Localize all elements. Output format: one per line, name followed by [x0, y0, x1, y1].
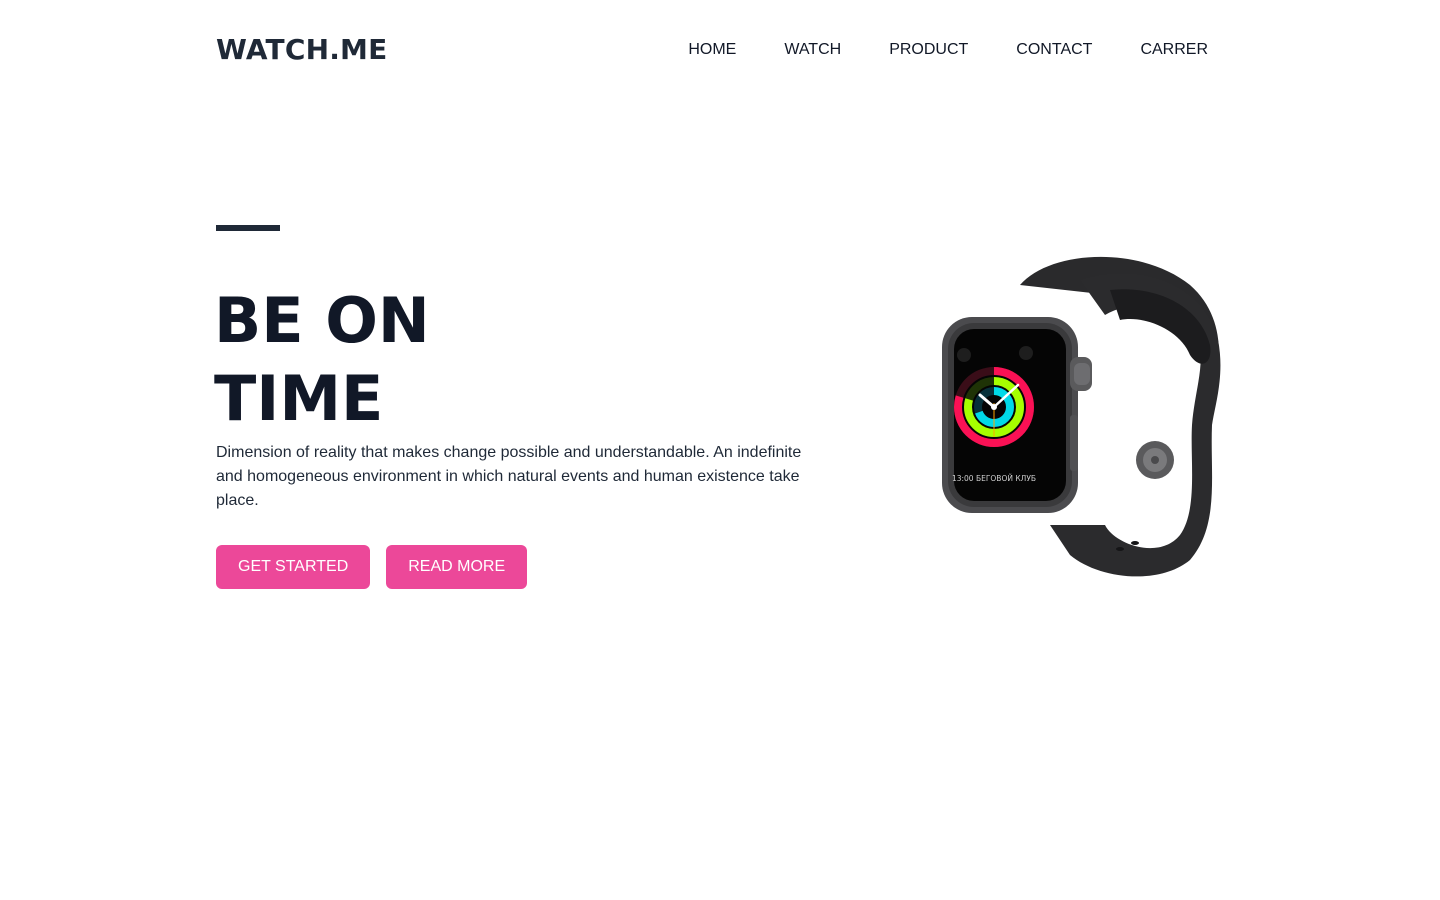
- hero-headline: BE ON TIME: [214, 282, 814, 438]
- nav-item-home[interactable]: HOME: [688, 40, 736, 60]
- hero-buttons: GET STARTED READ MORE: [216, 545, 528, 589]
- nav-item-watch[interactable]: WATCH: [784, 40, 841, 60]
- get-started-button[interactable]: GET STARTED: [216, 545, 371, 589]
- smartwatch-image: 13:00 БЕГОВОЙ КЛУБ: [942, 256, 1221, 577]
- read-more-button[interactable]: READ MORE: [386, 545, 528, 589]
- hero-description: Dimension of reality that makes change p…: [216, 444, 802, 509]
- nav-item-contact[interactable]: CONTACT: [1016, 40, 1092, 60]
- nav-item-product[interactable]: PRODUCT: [889, 40, 968, 60]
- watch-screen-label: 13:00 БЕГОВОЙ КЛУБ: [952, 474, 1036, 483]
- nav-item-carrer[interactable]: CARRER: [1140, 40, 1208, 60]
- site-logo[interactable]: WATCH.ME: [216, 33, 387, 66]
- accent-line: [216, 225, 280, 231]
- headline-line-2: TIME: [214, 362, 384, 435]
- main-nav: HOME WATCH PRODUCT CONTACT CARRER: [688, 40, 1208, 60]
- headline-line-1: BE ON: [214, 284, 430, 357]
